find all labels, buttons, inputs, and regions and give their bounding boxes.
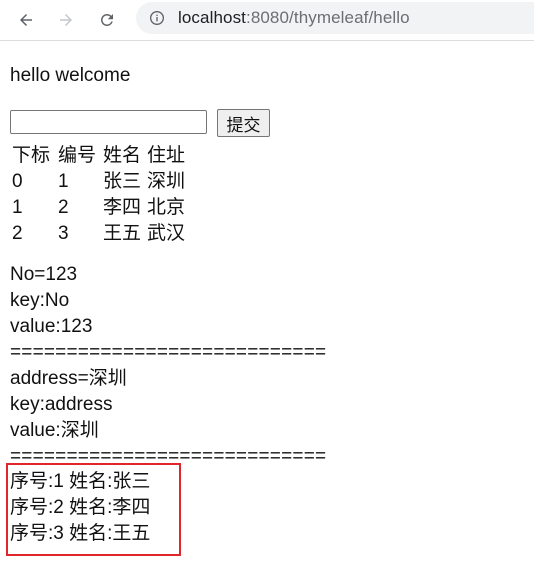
cell-name: 王五 <box>103 223 142 244</box>
map-key-line: key:No <box>10 290 70 311</box>
header-address: 住址 <box>147 145 186 166</box>
url-host: localhost <box>178 8 246 27</box>
reload-icon <box>100 13 113 26</box>
map-entry-line: No=123 <box>10 264 78 285</box>
map-value-line: value:123 <box>10 316 93 337</box>
map-value-line: value:深圳 <box>10 420 99 441</box>
cell-number: 2 <box>58 197 69 218</box>
table-row: 0 1 张三 深圳 <box>10 171 187 193</box>
cell-index: 1 <box>12 197 23 218</box>
header-number: 编号 <box>58 145 97 166</box>
table-header-row: 下标 编号 姓名 住址 <box>10 145 187 167</box>
url-path: :8080/thymeleaf/hello <box>246 8 410 27</box>
cell-number: 1 <box>58 171 69 192</box>
separator-line: ============================ <box>10 342 327 363</box>
header-index: 下标 <box>12 145 51 166</box>
map-key-line: key:address <box>10 394 113 415</box>
address-bar[interactable]: localhost:8080/thymeleaf/hello <box>136 2 534 34</box>
info-icon[interactable] <box>149 10 165 26</box>
back-button[interactable] <box>12 6 40 34</box>
cell-index: 2 <box>12 223 23 244</box>
cell-name: 张三 <box>103 171 142 192</box>
cell-address: 武汉 <box>147 223 186 244</box>
header-name: 姓名 <box>103 145 142 166</box>
greeting-text: hello welcome <box>10 65 131 86</box>
reload-button[interactable] <box>93 6 121 34</box>
sequence-list: 序号:1 姓名:张三 序号:2 姓名:李四 序号:3 姓名:王五 <box>10 469 150 547</box>
cell-address: 深圳 <box>147 171 186 192</box>
forward-button[interactable] <box>52 6 80 34</box>
table-row: 1 2 李四 北京 <box>10 197 187 219</box>
arrow-right-icon <box>60 14 72 26</box>
browser-toolbar: localhost:8080/thymeleaf/hello <box>0 0 534 41</box>
text-input[interactable] <box>10 110 207 134</box>
map-entry-line: address=深圳 <box>10 368 127 389</box>
arrow-left-icon <box>20 14 32 26</box>
sequence-line: 序号:1 姓名:张三 <box>10 471 151 492</box>
cell-number: 3 <box>58 223 69 244</box>
people-table: 下标 编号 姓名 住址 0 1 张三 深圳 1 2 李四 北京 2 3 王五 武… <box>8 141 189 249</box>
cell-name: 李四 <box>103 197 142 218</box>
sequence-line: 序号:3 姓名:王五 <box>10 523 151 544</box>
map-output: No=123 key:No value:123 ================… <box>10 262 326 470</box>
cell-address: 北京 <box>147 197 186 218</box>
url-text: localhost:8080/thymeleaf/hello <box>178 8 410 28</box>
cell-index: 0 <box>12 171 23 192</box>
sequence-line: 序号:2 姓名:李四 <box>10 497 151 518</box>
table-row: 2 3 王五 武汉 <box>10 223 187 245</box>
submit-button[interactable]: 提交 <box>217 109 270 137</box>
